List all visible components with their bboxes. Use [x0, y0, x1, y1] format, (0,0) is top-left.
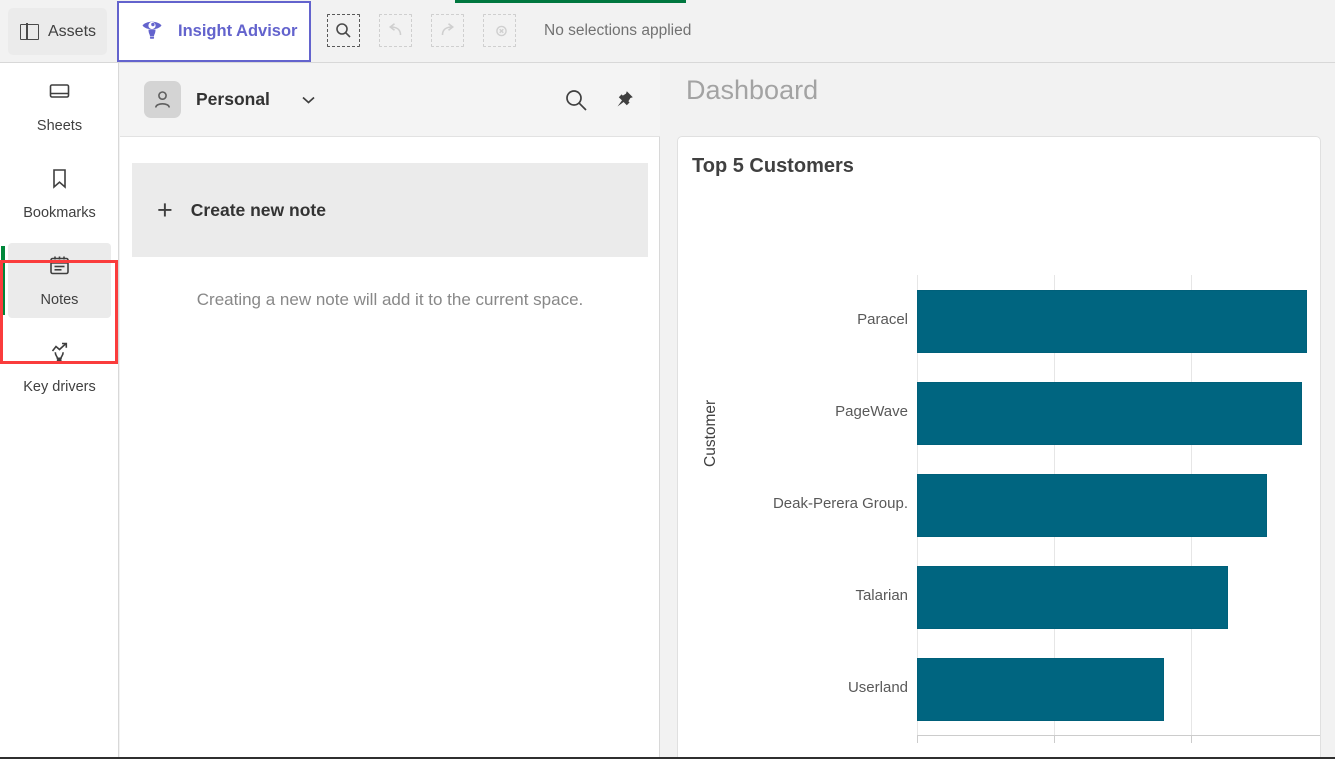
- chart-card[interactable]: Top 5 Customers Customer Sum(Sales) 02M4…: [677, 136, 1321, 759]
- bar-chart[interactable]: Customer Sum(Sales) 02M4M6MParacelPageWa…: [678, 137, 1320, 759]
- selection-undo-icon[interactable]: [379, 14, 412, 47]
- search-icon[interactable]: [564, 88, 589, 113]
- key-drivers-lightbulb-icon: [47, 340, 72, 370]
- selection-search-icon[interactable]: [327, 14, 360, 47]
- y-axis-category-label[interactable]: Userland: [717, 679, 917, 696]
- loading-progress-bar: [455, 0, 686, 3]
- rail-item-sheets-label: Sheets: [36, 118, 83, 134]
- selection-clear-icon[interactable]: [483, 14, 516, 47]
- notes-panel-header: Personal: [120, 63, 660, 137]
- top-toolbar: Assets Insight Advisor No selections app…: [0, 0, 1335, 63]
- y-axis-category-label[interactable]: PageWave: [717, 403, 917, 420]
- assets-button[interactable]: Assets: [8, 8, 107, 55]
- eye-lightbulb-icon: [139, 16, 165, 47]
- rail-item-key-drivers-label: Key drivers: [23, 379, 96, 395]
- rail-item-notes-label: Notes: [40, 292, 79, 308]
- bar[interactable]: [917, 565, 1228, 629]
- x-axis-tick: [1054, 735, 1055, 743]
- chevron-down-icon[interactable]: [301, 95, 316, 105]
- selection-redo-icon[interactable]: [431, 14, 464, 47]
- pin-icon[interactable]: [613, 89, 635, 111]
- person-avatar-icon[interactable]: [144, 81, 181, 118]
- rail-item-key-drivers[interactable]: Key drivers: [0, 324, 119, 411]
- active-indicator: [1, 246, 5, 315]
- left-navigation-rail: Sheets Bookmarks Notes Key drivers: [0, 63, 119, 759]
- notes-empty-hint: Creating a new note will add it to the c…: [196, 290, 584, 309]
- create-new-note-button[interactable]: + Create new note: [132, 163, 648, 257]
- dashboard-area: Dashboard Top 5 Customers Customer Sum(S…: [661, 63, 1335, 759]
- x-axis-tick: [1191, 735, 1192, 743]
- plus-icon: +: [157, 194, 173, 225]
- x-axis-tick: [917, 735, 918, 743]
- y-axis-category-label[interactable]: Talarian: [717, 587, 917, 604]
- bar[interactable]: [917, 381, 1302, 445]
- y-axis-category-label[interactable]: Paracel: [717, 311, 917, 328]
- insight-advisor-tab-label: Insight Advisor: [178, 22, 298, 40]
- rail-item-notes[interactable]: Notes: [0, 237, 119, 324]
- assets-button-label: Assets: [48, 22, 97, 40]
- sheets-icon: [47, 79, 72, 109]
- insight-advisor-tab[interactable]: Insight Advisor: [117, 1, 311, 62]
- page-title: Dashboard: [686, 75, 819, 105]
- bar[interactable]: [917, 657, 1165, 721]
- selection-toolbar: No selections applied: [327, 14, 691, 47]
- notes-header-actions: [564, 63, 635, 137]
- bar[interactable]: [917, 289, 1307, 353]
- bookmark-icon: [47, 166, 72, 196]
- rail-item-bookmarks-label: Bookmarks: [23, 205, 96, 221]
- create-new-note-label: Create new note: [190, 199, 326, 220]
- rail-item-sheets[interactable]: Sheets: [0, 63, 119, 150]
- space-selector-label[interactable]: Personal: [196, 89, 270, 110]
- panel-layout-icon: [20, 22, 39, 41]
- y-axis-category-label[interactable]: Deak-Perera Group.: [717, 495, 917, 512]
- x-axis-line: [917, 735, 1320, 736]
- notes-calendar-icon: [47, 253, 72, 283]
- selection-status-text: No selections applied: [544, 21, 692, 39]
- qlik-app-window: Assets Insight Advisor No selections app…: [0, 0, 1335, 759]
- rail-item-bookmarks[interactable]: Bookmarks: [0, 150, 119, 237]
- bar[interactable]: [917, 473, 1268, 537]
